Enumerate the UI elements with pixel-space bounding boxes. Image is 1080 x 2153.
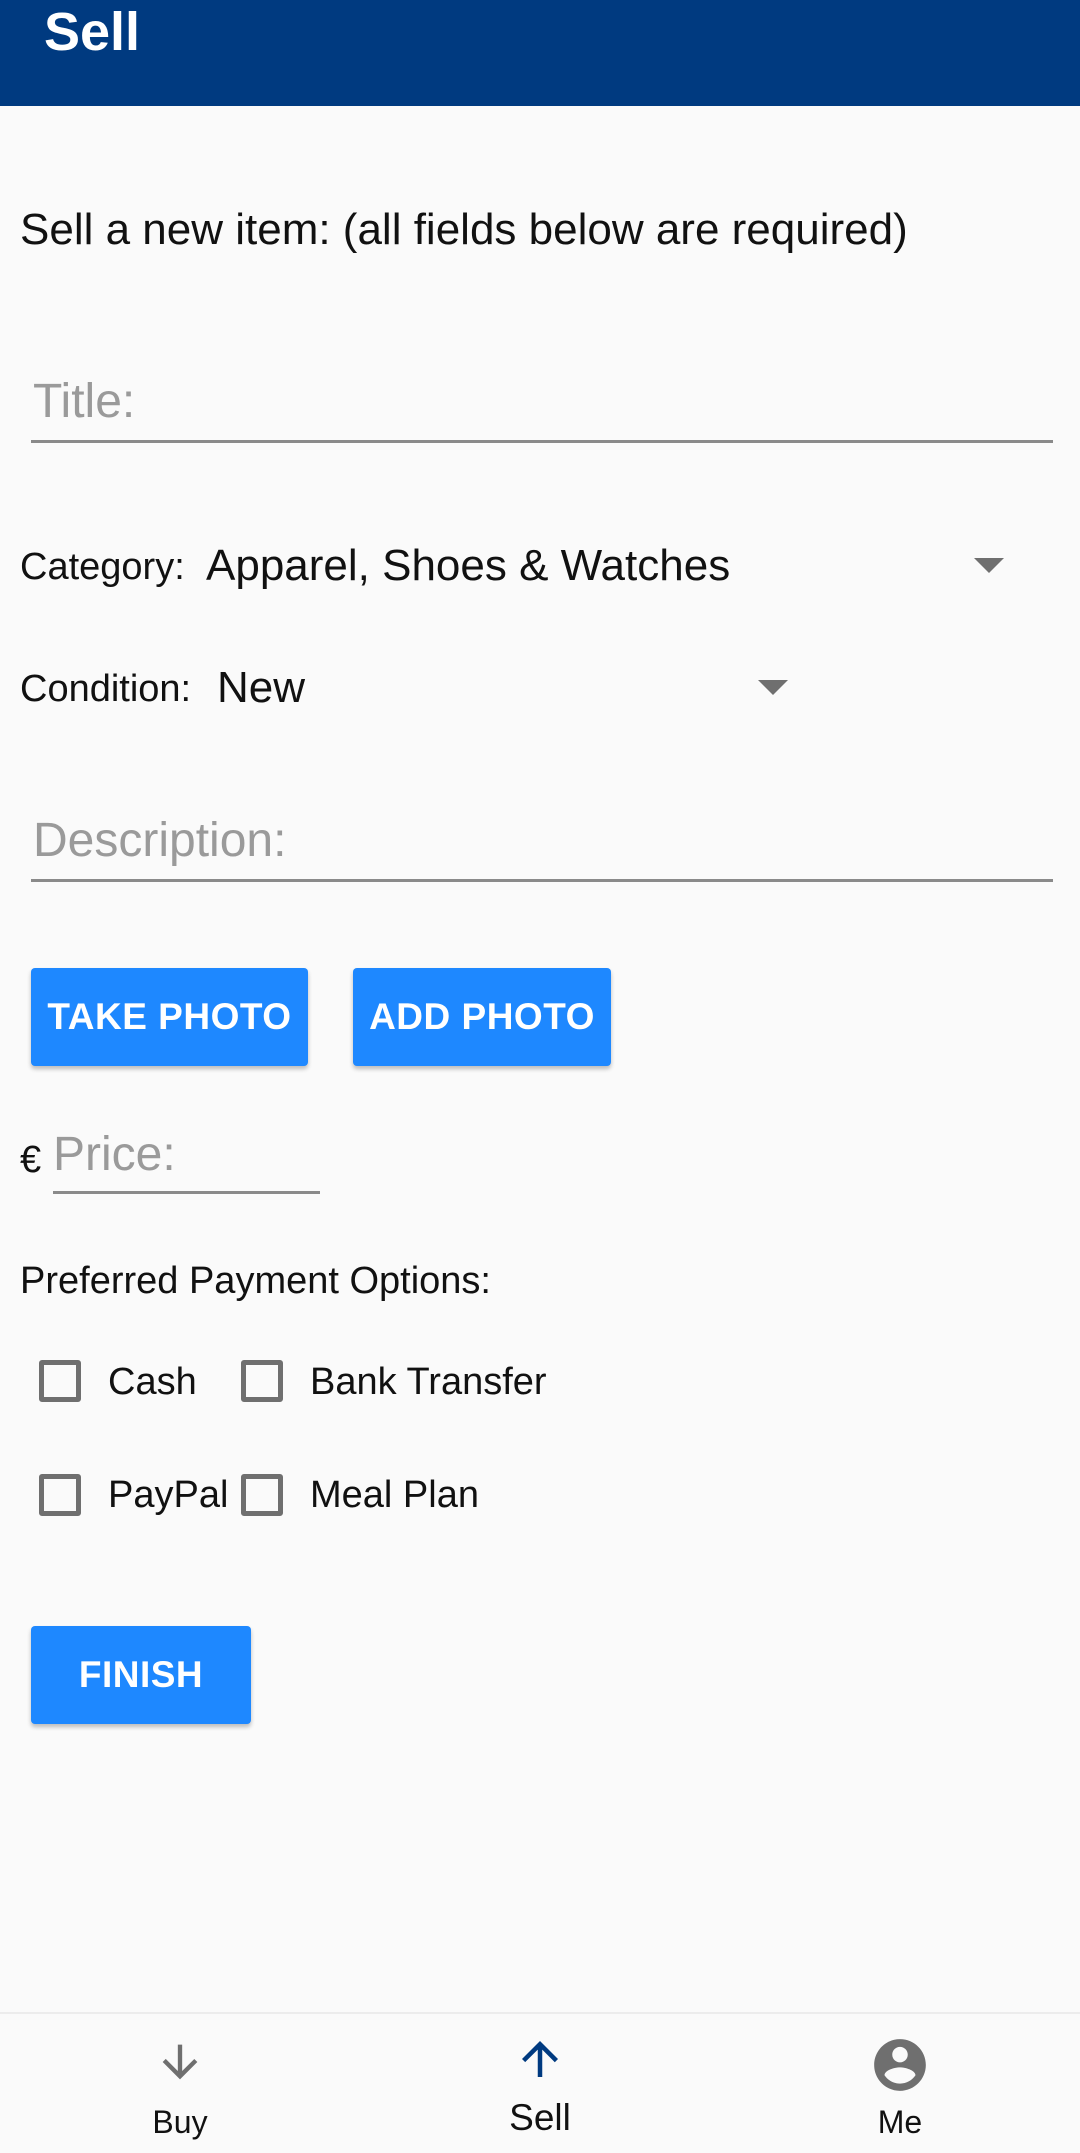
form-heading: Sell a new item: (all fields below are r…	[20, 205, 908, 254]
arrow-down-icon	[162, 2044, 198, 2080]
nav-label-me: Me	[877, 2104, 923, 2140]
payment-options-label: Preferred Payment Options:	[20, 1260, 491, 1302]
bank-transfer-checkbox[interactable]	[241, 1360, 283, 1402]
add-photo-button[interactable]: ADD PHOTO	[353, 968, 611, 1066]
price-placeholder: Price:	[53, 1128, 176, 1181]
arrow-up-icon	[522, 2041, 558, 2077]
paypal-label[interactable]: PayPal	[108, 1470, 228, 1520]
account-circle-icon	[874, 2039, 926, 2091]
meal-plan-checkbox[interactable]	[241, 1474, 283, 1516]
currency-symbol: €	[20, 1139, 42, 1181]
nav-item-buy[interactable]: Buy	[0, 2014, 360, 2153]
bottom-navigation: Buy Sell Me	[0, 2012, 1080, 2153]
bank-transfer-label[interactable]: Bank Transfer	[310, 1357, 547, 1407]
cash-label[interactable]: Cash	[108, 1357, 197, 1407]
price-input[interactable]: Price:	[53, 1115, 320, 1194]
title-placeholder: Title:	[33, 375, 136, 428]
nav-label-buy: Buy	[152, 2104, 208, 2140]
title-input[interactable]: Title:	[31, 360, 1053, 443]
meal-plan-label[interactable]: Meal Plan	[310, 1470, 479, 1520]
app-bar-title: Sell	[44, 2, 141, 62]
condition-dropdown-icon[interactable]	[758, 680, 788, 695]
app-bar: Sell	[0, 0, 1080, 106]
paypal-checkbox[interactable]	[39, 1474, 81, 1516]
nav-item-me[interactable]: Me	[720, 2014, 1080, 2153]
nav-item-sell[interactable]: Sell	[360, 2014, 720, 2153]
finish-button[interactable]: FINISH	[31, 1626, 251, 1724]
cash-checkbox[interactable]	[39, 1360, 81, 1402]
take-photo-button[interactable]: TAKE PHOTO	[31, 968, 308, 1066]
nav-label-sell: Sell	[509, 2097, 571, 2138]
description-input[interactable]: Description:	[31, 799, 1053, 882]
category-dropdown-icon[interactable]	[974, 558, 1004, 573]
condition-label: Condition:	[20, 668, 192, 710]
condition-select-value[interactable]: New	[217, 660, 305, 716]
description-placeholder: Description:	[33, 814, 287, 867]
category-select-value[interactable]: Apparel, Shoes & Watches	[206, 538, 730, 594]
category-label: Category:	[20, 546, 185, 588]
